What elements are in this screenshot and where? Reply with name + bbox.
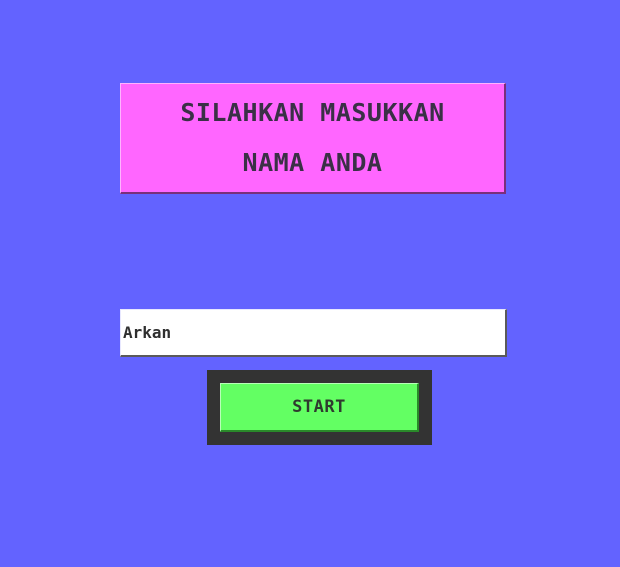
title-panel: SILAHKAN MASUKKAN NAMA ANDA <box>120 83 506 194</box>
name-input[interactable] <box>120 309 507 357</box>
title-line-2: NAMA ANDA <box>242 148 383 177</box>
start-button[interactable]: START <box>220 383 419 432</box>
title-line-1: SILAHKAN MASUKKAN <box>180 98 445 127</box>
start-button-frame: START <box>207 370 432 445</box>
